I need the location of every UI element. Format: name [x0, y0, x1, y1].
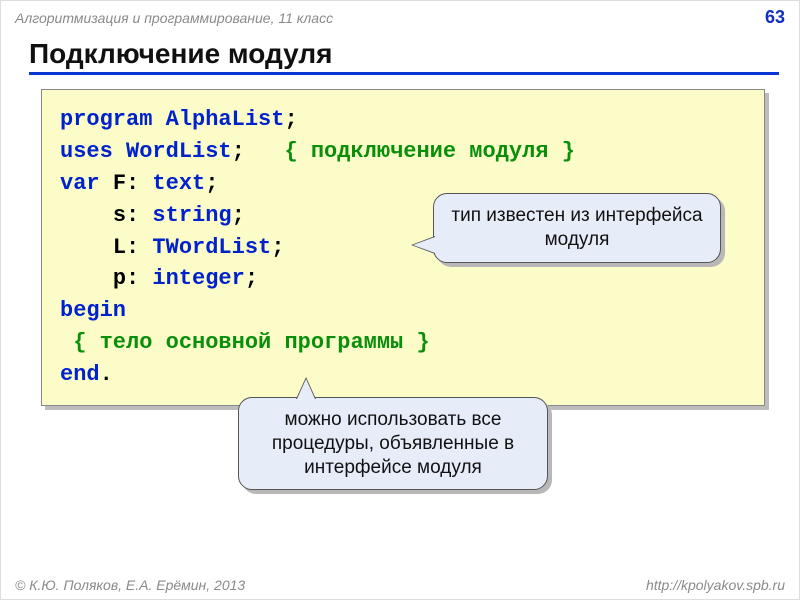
callout-procedures: можно использовать все процедуры, объявл… [238, 397, 548, 490]
code-line: uses WordList; { подключение модуля } [60, 136, 746, 168]
subject-text: Алгоритмизация и программирование, 11 кл… [15, 10, 333, 26]
code-line: end. [60, 359, 746, 391]
code-line: { тело основной программы } [60, 327, 746, 359]
slide-footer: © К.Ю. Поляков, Е.А. Ерёмин, 2013 http:/… [15, 577, 785, 593]
callout-type-known: тип известен из интерфейса модуля [433, 193, 721, 263]
slide-header: Алгоритмизация и программирование, 11 кл… [1, 1, 799, 32]
code-line: program AlphaList; [60, 104, 746, 136]
callout-tail [297, 379, 315, 399]
page-number: 63 [765, 7, 785, 28]
copyright-text: © К.Ю. Поляков, Е.А. Ерёмин, 2013 [15, 577, 245, 593]
code-line: begin [60, 295, 746, 327]
footer-url: http://kpolyakov.spb.ru [646, 577, 785, 593]
callout-tail [413, 237, 435, 253]
slide-title: Подключение модуля [29, 38, 779, 75]
code-line: p: integer; [60, 263, 746, 295]
